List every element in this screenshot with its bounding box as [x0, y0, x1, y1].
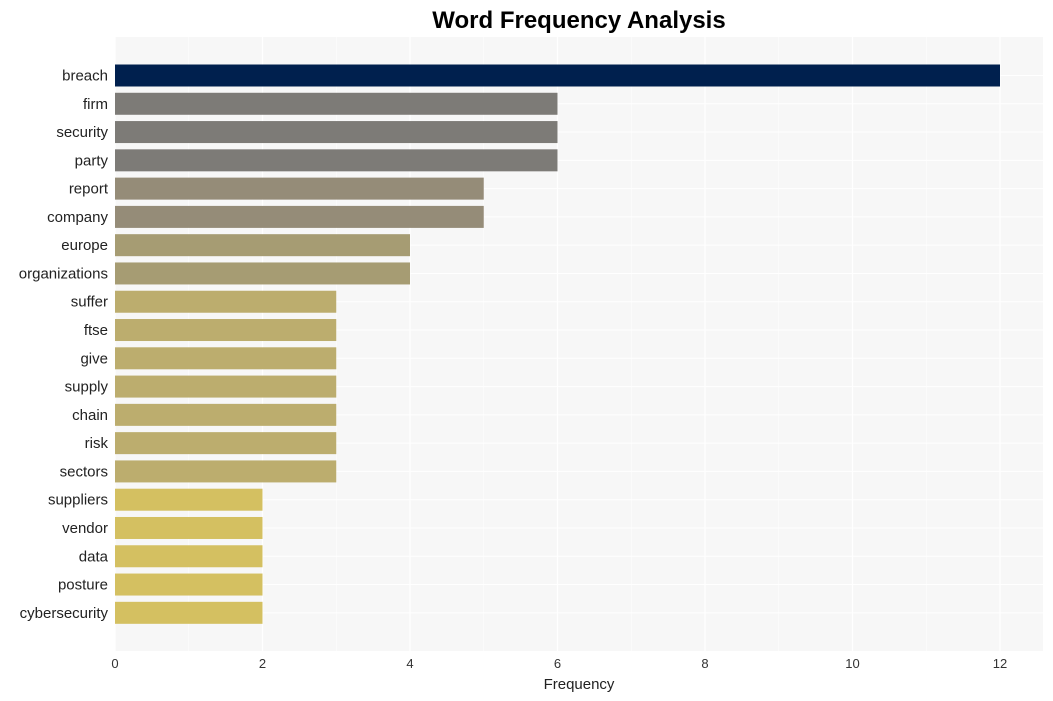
bar-vendor	[115, 516, 263, 539]
bar-suffer	[115, 290, 337, 313]
x-tick-2: 2	[259, 656, 266, 671]
x-tick-12: 12	[993, 656, 1007, 671]
y-label-company: company	[47, 209, 108, 226]
y-label-suppliers: suppliers	[48, 492, 108, 509]
x-axis-ticks: 0 2 4 6 8 10 12	[111, 656, 1007, 671]
bar-organizations	[115, 262, 410, 285]
bar-breach	[115, 64, 1000, 87]
bar-data	[115, 545, 263, 568]
x-tick-6: 6	[554, 656, 561, 671]
y-axis-labels: breach firm security party report company euro…	[19, 68, 109, 622]
x-tick-10: 10	[845, 656, 859, 671]
y-label-firm: firm	[83, 96, 108, 113]
y-label-party: party	[75, 152, 109, 169]
bar-chain	[115, 403, 337, 426]
bar-suppliers	[115, 488, 263, 511]
y-label-organizations: organizations	[19, 265, 108, 282]
y-label-report: report	[69, 181, 109, 198]
y-label-posture: posture	[58, 577, 108, 594]
y-label-security: security	[56, 124, 108, 141]
y-label-give: give	[80, 350, 108, 367]
bar-report	[115, 177, 484, 200]
y-label-risk: risk	[85, 435, 109, 452]
y-label-breach: breach	[62, 68, 108, 85]
y-label-chain: chain	[72, 407, 108, 424]
y-label-europe: europe	[61, 237, 108, 254]
bar-company	[115, 205, 484, 228]
bar-firm	[115, 92, 558, 115]
chart-title: Word Frequency Analysis	[432, 7, 725, 34]
bar-europe	[115, 234, 410, 257]
y-label-suffer: suffer	[71, 294, 108, 311]
y-label-cybersecurity: cybersecurity	[20, 605, 109, 622]
bar-cybersecurity	[115, 601, 263, 624]
y-label-supply: supply	[65, 379, 109, 396]
word-frequency-chart: breach firm security party report company euro…	[19, 7, 1043, 693]
bar-security	[115, 121, 558, 144]
x-tick-8: 8	[701, 656, 708, 671]
bar-party	[115, 149, 558, 172]
x-axis-label: Frequency	[544, 676, 615, 693]
bar-risk	[115, 432, 337, 455]
x-tick-4: 4	[406, 656, 413, 671]
y-label-ftse: ftse	[84, 322, 108, 339]
x-tick-0: 0	[111, 656, 118, 671]
bar-supply	[115, 375, 337, 398]
y-label-sectors: sectors	[60, 463, 108, 480]
bar-give	[115, 347, 337, 370]
bar-ftse	[115, 319, 337, 342]
bar-posture	[115, 573, 263, 596]
y-label-vendor: vendor	[62, 520, 108, 537]
bar-sectors	[115, 460, 337, 483]
y-label-data: data	[79, 548, 109, 565]
